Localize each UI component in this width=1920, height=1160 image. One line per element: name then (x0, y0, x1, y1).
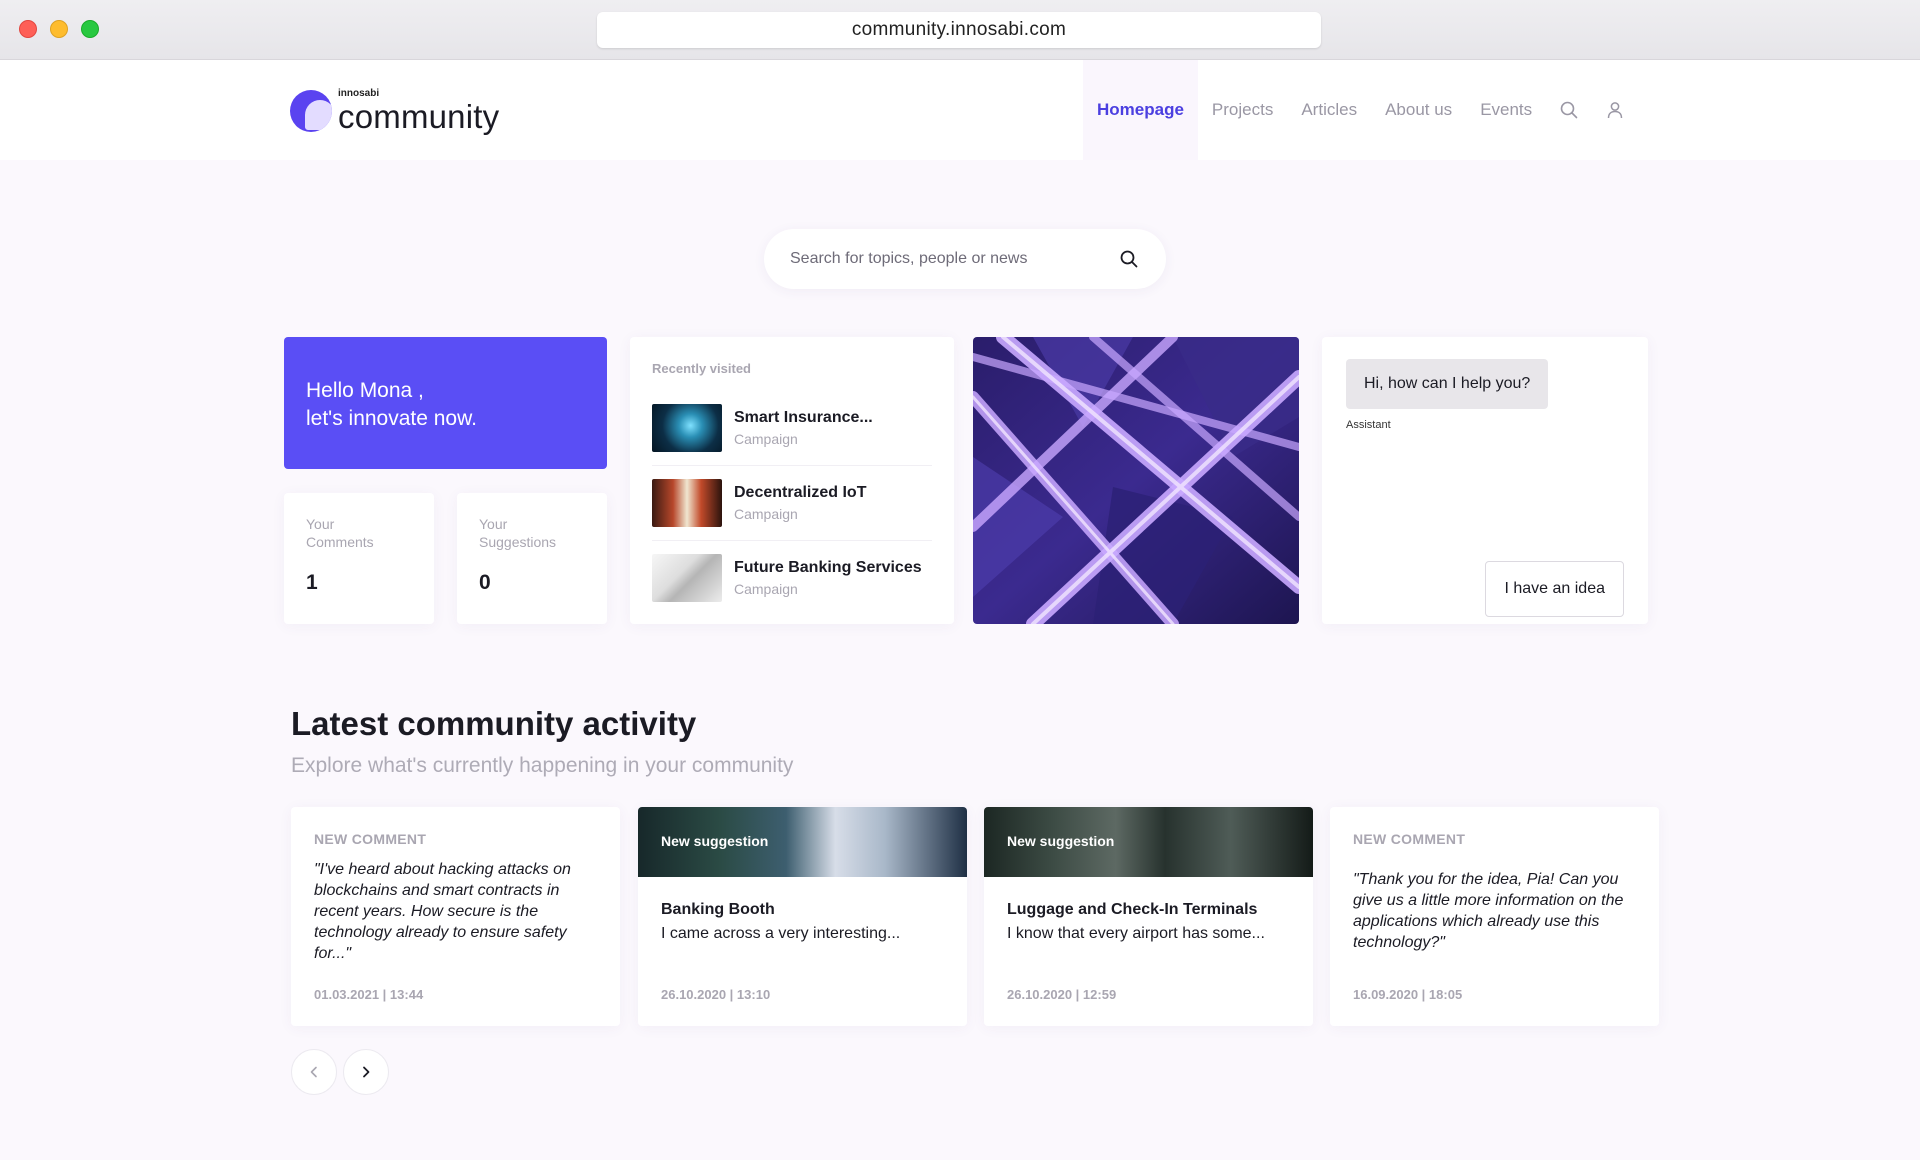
recent-item-type: Campaign (734, 430, 798, 447)
assistant-card: Hi, how can I help you? Assistant I have… (1322, 337, 1648, 624)
hero-image (973, 337, 1299, 624)
nav-projects[interactable]: Projects (1198, 60, 1287, 160)
nav-homepage[interactable]: Homepage (1083, 60, 1198, 160)
activity-card-date: 16.09.2020 | 18:05 (1353, 987, 1463, 1002)
recent-item-type: Campaign (734, 506, 798, 522)
recent-item-name: Decentralized IoT (734, 484, 867, 501)
logo-brand-name: community (338, 98, 500, 135)
recent-item-type: Campaign (734, 581, 798, 597)
recently-visited-title: Recently visited (652, 361, 751, 376)
main-nav: Homepage Projects Articles About us Even… (1083, 60, 1638, 160)
search-bar (764, 229, 1166, 289)
carousel-next-button[interactable] (343, 1049, 389, 1095)
activity-card-tag: NEW COMMENT (314, 831, 427, 847)
activity-card-banner: New suggestion (638, 807, 967, 877)
recent-item-thumbnail (652, 403, 722, 452)
stat-comments-value: 1 (306, 571, 318, 594)
stat-comments-label: Your Comments (306, 516, 374, 550)
window-minimize-button[interactable] (50, 20, 68, 38)
browser-chrome: community.innosabi.com (0, 0, 1920, 60)
activity-card-banner: New suggestion (984, 807, 1313, 877)
stat-suggestions-label: Your Suggestions (479, 516, 557, 550)
recent-item[interactable]: Smart Insurance... Campaign (652, 390, 932, 465)
i-have-an-idea-button[interactable]: I have an idea (1485, 561, 1624, 617)
greeting-card: Hello Mona , let's innovate now. (284, 337, 607, 469)
greeting-line-2: let's innovate now. (306, 407, 477, 430)
stat-comments-card[interactable]: Your Comments 1 (284, 493, 434, 624)
recent-item[interactable]: Future Banking Services Campaign (652, 540, 932, 615)
activity-card[interactable]: New suggestion Luggage and Check-In Term… (984, 807, 1313, 1026)
activity-card-quote: "Thank you for the idea, Pia! Can you gi… (1353, 871, 1624, 951)
activity-card-date: 26.10.2020 | 12:59 (1007, 987, 1117, 1002)
address-bar-url: community.innosabi.com (851, 19, 1067, 40)
activity-card-date: 26.10.2020 | 13:10 (661, 987, 771, 1002)
stat-suggestions-card[interactable]: Your Suggestions 0 (457, 493, 607, 624)
greeting-line-1: Hello Mona , (306, 379, 424, 402)
activity-title: Latest community activity (291, 705, 697, 742)
activity-card-excerpt: I came across a very interesting... (661, 925, 901, 942)
activity-card[interactable]: New suggestion Banking Booth I came acro… (638, 807, 967, 1026)
recent-item-thumbnail (652, 479, 722, 527)
activity-card-excerpt: I know that every airport has some... (1007, 925, 1265, 942)
activity-card-tag: NEW COMMENT (1353, 831, 1466, 847)
activity-card-title: Luggage and Check-In Terminals (1007, 901, 1258, 918)
search-icon[interactable] (1118, 248, 1140, 270)
window-close-button[interactable] (19, 20, 37, 38)
nav-user-icon[interactable] (1592, 60, 1638, 160)
carousel-prev-button[interactable] (291, 1049, 337, 1095)
chevron-left-icon (310, 1066, 317, 1078)
activity-card-date: 01.03.2021 | 13:44 (314, 987, 424, 1002)
recent-item-name: Smart Insurance... (734, 408, 873, 426)
recent-item-name: Future Banking Services (734, 559, 922, 576)
address-bar[interactable]: community.innosabi.com (597, 12, 1321, 48)
nav-about-us[interactable]: About us (1371, 60, 1466, 160)
nav-events[interactable]: Events (1466, 60, 1546, 160)
activity-card-tag: New suggestion (661, 833, 769, 849)
chevron-right-icon (363, 1066, 370, 1078)
nav-articles[interactable]: Articles (1287, 60, 1371, 160)
site-header: innosabi community Homepage Projects Art… (0, 60, 1920, 160)
activity-card[interactable]: NEW COMMENT "I've heard about hacking at… (291, 807, 620, 1026)
nav-search-icon[interactable] (1546, 60, 1592, 160)
activity-card-quote: "I've heard about hacking attacks on blo… (314, 861, 571, 962)
recent-item-thumbnail (652, 554, 722, 602)
activity-card-tag: New suggestion (1007, 833, 1115, 849)
assistant-sender: Assistant (1346, 419, 1391, 431)
recently-visited-card: Recently visited Smart Insurance... Camp… (630, 337, 954, 624)
stat-suggestions-value: 0 (479, 571, 491, 594)
brand-logo[interactable]: innosabi community (290, 89, 499, 133)
activity-subtitle: Explore what's currently happening in yo… (291, 754, 794, 777)
activity-card[interactable]: NEW COMMENT "Thank you for the idea, Pia… (1330, 807, 1659, 1026)
recent-item[interactable]: Decentralized IoT Campaign (652, 465, 932, 540)
window-maximize-button[interactable] (81, 20, 99, 38)
search-input[interactable] (790, 250, 1118, 268)
logo-mark-icon (290, 90, 332, 132)
assistant-message: Hi, how can I help you? (1346, 359, 1549, 409)
activity-card-title: Banking Booth (661, 901, 775, 918)
